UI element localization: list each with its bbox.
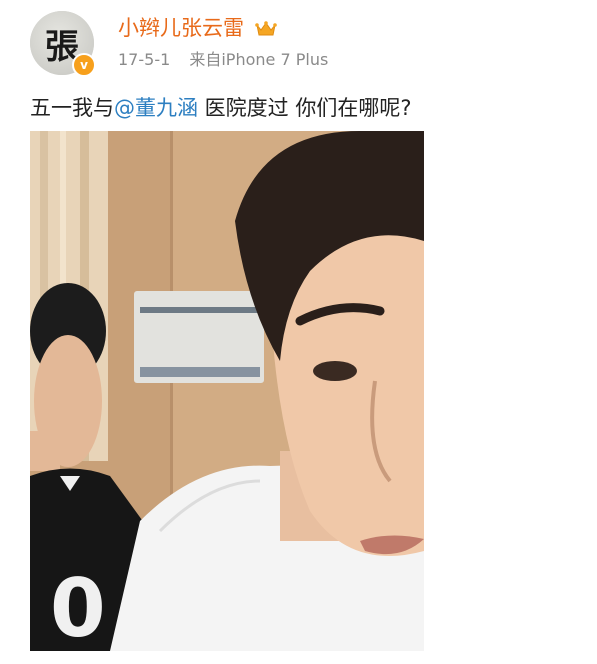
post-body: 五一我与@董九涵 医院度过 你们在哪呢? [30, 92, 412, 122]
username-link[interactable]: 小辫儿张云雷 [118, 12, 277, 42]
post-date[interactable]: 17-5-1 [118, 50, 170, 69]
post-source: 来自iPhone 7 Plus [189, 50, 329, 69]
photo-scene: 0 [30, 131, 424, 651]
post-header: 張 v 小辫儿张云雷 17-5-1 来自iPhone 7 Plus [0, 0, 597, 80]
crown-icon [254, 21, 277, 36]
verified-badge-icon: v [72, 53, 96, 77]
mention-link[interactable]: @董九涵 [114, 96, 198, 120]
shirt-number: 0 [50, 562, 106, 651]
avatar[interactable]: 張 v [30, 11, 96, 77]
post-photo[interactable]: 0 [30, 131, 424, 651]
username-text: 小辫儿张云雷 [118, 16, 244, 40]
post-text-before: 五一我与 [30, 96, 114, 120]
post-meta: 17-5-1 来自iPhone 7 Plus [118, 46, 342, 70]
post-text-after: 医院度过 你们在哪呢? [198, 96, 412, 120]
